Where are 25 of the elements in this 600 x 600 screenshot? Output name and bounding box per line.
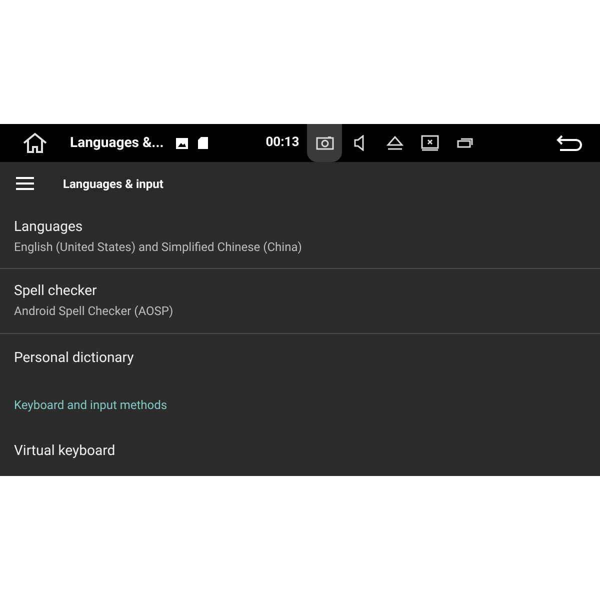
menu-icon bbox=[16, 177, 34, 190]
clock: 00:13 bbox=[266, 134, 300, 152]
preference-title: Languages bbox=[14, 218, 84, 238]
sd-card-icon bbox=[198, 137, 208, 149]
preference-item[interactable]: Personal dictionary bbox=[0, 334, 600, 384]
toolbar-title: Languages & input bbox=[63, 176, 164, 192]
preference-title: Personal dictionary bbox=[14, 348, 135, 368]
speaker-icon bbox=[352, 135, 367, 151]
preference-item[interactable]: Languages English (United States) and Simplified Chinese (China) bbox=[0, 205, 600, 270]
image-icon bbox=[176, 138, 188, 148]
windows-icon bbox=[456, 137, 473, 149]
camera-icon bbox=[316, 136, 334, 150]
category-header: Keyboard and input methods bbox=[14, 396, 168, 414]
preference-title: Virtual keyboard bbox=[14, 442, 116, 461]
preference-title: Spell checker bbox=[14, 282, 98, 302]
eject-icon bbox=[386, 135, 404, 151]
status-title: Languages &... bbox=[70, 134, 164, 152]
preference-summary: English (United States) and Simplified Chinese (China) bbox=[14, 239, 303, 256]
preference-item[interactable]: Spell checker Android Spell Checker (AOSP) bbox=[0, 269, 600, 334]
screen-x-icon bbox=[420, 135, 439, 151]
preference-item[interactable]: Virtual keyboard bbox=[0, 426, 600, 476]
status-bar-button[interactable] bbox=[307, 124, 342, 162]
preference-summary: Android Spell Checker (AOSP) bbox=[14, 303, 174, 320]
back-icon bbox=[556, 134, 584, 152]
home-icon bbox=[22, 132, 48, 154]
